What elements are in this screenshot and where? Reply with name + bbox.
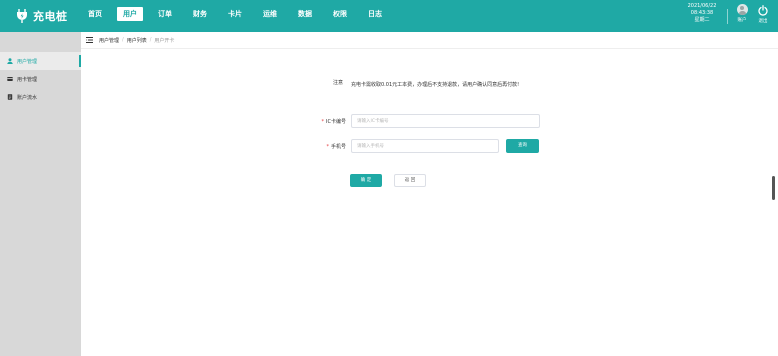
charging-plug-icon — [17, 9, 27, 23]
back-button[interactable]: 返 回 — [394, 174, 426, 187]
nav-item-operations[interactable]: 运维 — [257, 7, 283, 21]
power-icon — [758, 5, 768, 16]
sidebar-item-user-management[interactable]: 用户管理 — [0, 52, 81, 70]
logout-button[interactable]: 退出 — [755, 4, 771, 24]
breadcrumb-separator: / — [122, 37, 124, 43]
phone-label: * 手机号 — [306, 143, 346, 150]
nav-item-finance[interactable]: 财务 — [187, 7, 213, 21]
nav-item-data[interactable]: 数据 — [292, 7, 318, 21]
main-content: 用户管理 / 用户列表 / 用户开卡 注意 充电卡需收取0.01元工本费，办理后… — [81, 32, 778, 356]
logout-label: 退出 — [758, 19, 768, 24]
sidebar: 用户管理 用卡管理 账户流水 — [0, 32, 81, 356]
header-divider — [727, 9, 728, 24]
avatar-icon — [736, 4, 748, 15]
sidebar-item-account-ledger[interactable]: 账户流水 — [0, 88, 81, 106]
ledger-icon — [7, 94, 13, 100]
nav-item-users[interactable]: 用户 — [117, 7, 143, 21]
phone-input[interactable] — [351, 139, 499, 153]
notice-text: 充电卡需收取0.01元工本费，办理后不支持退款，请用户确认同意后再付款! — [351, 82, 520, 88]
profile-label: 账户 — [737, 18, 747, 23]
nav-item-cards[interactable]: 卡片 — [222, 7, 248, 21]
app-title: 充电桩 — [33, 10, 68, 23]
nav-item-home[interactable]: 首页 — [82, 7, 108, 21]
required-mark: * — [321, 119, 325, 125]
sidebar-item-label: 账户流水 — [17, 94, 38, 101]
search-button[interactable]: 查询 — [506, 139, 539, 153]
app-logo[interactable]: 充电桩 — [16, 8, 68, 24]
time-text: 08:43:38 — [690, 10, 714, 16]
scrollbar-thumb[interactable] — [772, 176, 775, 200]
breadcrumb-separator: / — [149, 37, 152, 43]
confirm-button[interactable]: 确 定 — [350, 174, 382, 187]
card-number-label-text: IC卡编号 — [326, 119, 346, 125]
nav-item-permissions[interactable]: 权限 — [327, 7, 353, 21]
phone-label-text: 手机号 — [330, 144, 346, 150]
required-mark: * — [326, 144, 329, 150]
main-nav: 首页 用户 订单 财务 卡片 运维 数据 权限 日志 — [82, 7, 397, 21]
breadcrumb: 用户管理 / 用户列表 / 用户开卡 — [81, 32, 778, 49]
top-navigation-bar: 充电桩 首页 用户 订单 财务 卡片 运维 数据 权限 日志 2021/06/2… — [0, 0, 778, 32]
sidebar-item-card-management[interactable]: 用卡管理 — [0, 70, 81, 88]
profile-button[interactable]: 账户 — [734, 4, 750, 23]
weekday-text: 星期二 — [694, 17, 710, 23]
notice-label: 注意 — [333, 80, 344, 86]
datetime-display: 2021/06/22 08:43:38 星期二 — [684, 3, 720, 24]
card-number-input[interactable] — [351, 114, 540, 128]
sidebar-item-label: 用卡管理 — [17, 76, 38, 83]
card-icon — [7, 77, 13, 81]
menu-toggle-icon[interactable] — [86, 37, 93, 43]
breadcrumb-user-management[interactable]: 用户管理 — [99, 37, 119, 44]
breadcrumb-open-card: 用户开卡 — [154, 37, 175, 44]
user-icon — [7, 58, 13, 64]
nav-item-orders[interactable]: 订单 — [152, 7, 178, 21]
date-text: 2021/06/22 — [687, 3, 717, 9]
breadcrumb-user-list[interactable]: 用户列表 — [127, 37, 147, 44]
sidebar-item-label: 用户管理 — [17, 58, 38, 65]
nav-item-logs[interactable]: 日志 — [362, 7, 388, 21]
card-number-label: * IC卡编号 — [306, 118, 346, 125]
